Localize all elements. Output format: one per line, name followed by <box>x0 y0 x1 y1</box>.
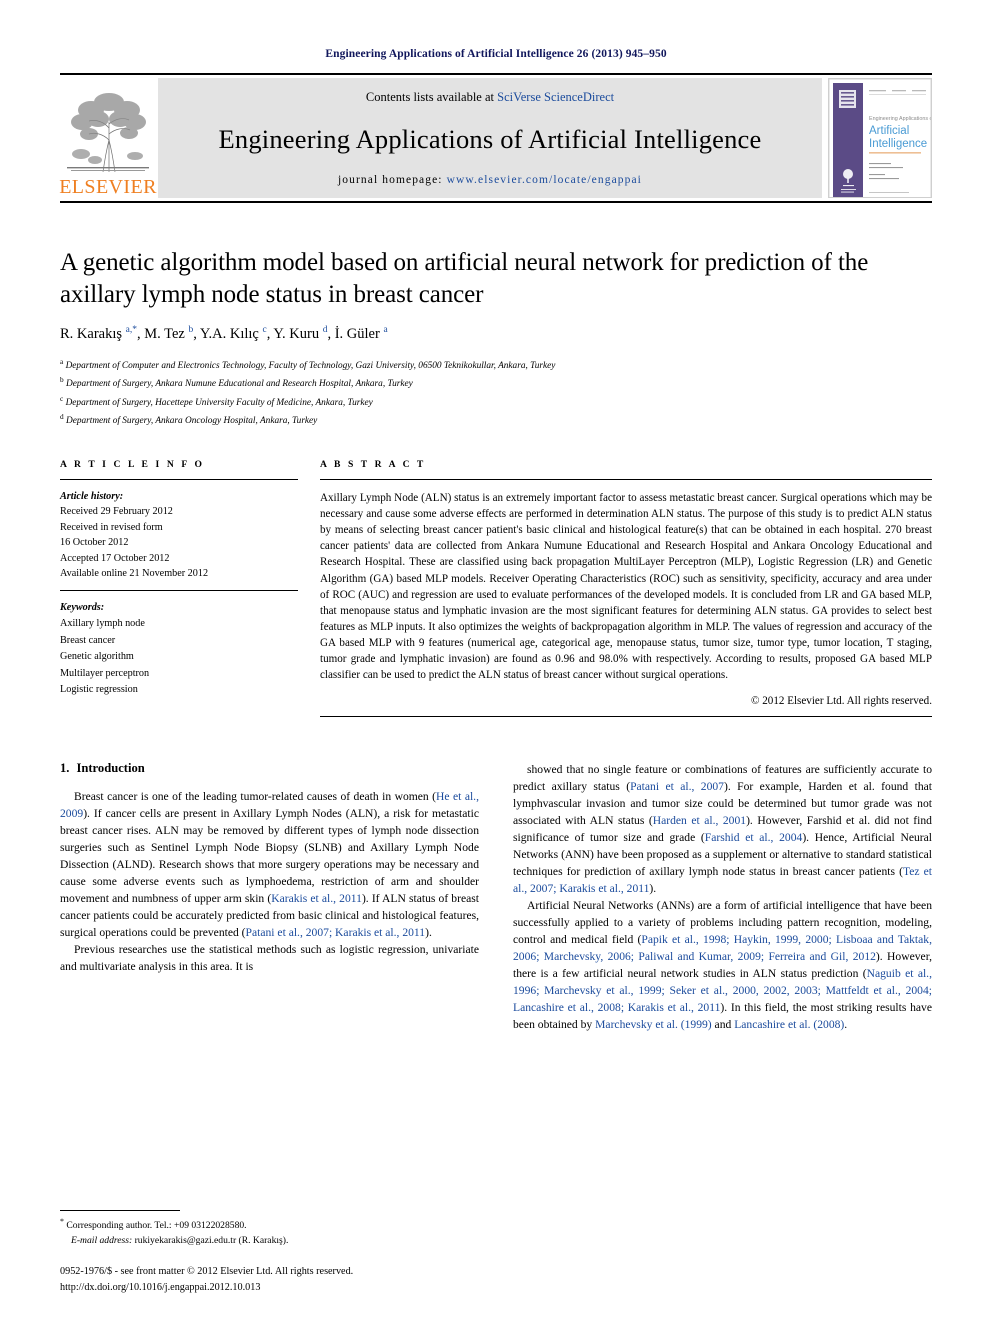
abstract-column: A B S T R A C T Axillary Lymph Node (ALN… <box>320 459 932 717</box>
journal-title: Engineering Applications of Artificial I… <box>218 124 762 154</box>
list-item: Accepted 17 October 2012 <box>60 552 170 564</box>
journal-homepage-line: journal homepage: www.elsevier.com/locat… <box>338 174 642 186</box>
affiliation: c Department of Surgery, Hacettepe Unive… <box>60 393 373 408</box>
affiliation: b Department of Surgery, Ankara Numune E… <box>60 375 413 390</box>
list-item: Multilayer perceptron <box>60 667 150 679</box>
affiliation-marker: c <box>60 393 64 403</box>
imprint-block: 0952-1976/$ - see front matter © 2012 El… <box>60 1264 479 1295</box>
list-item: Received 29 February 2012 <box>60 506 173 518</box>
affiliation-list: a Department of Computer and Electronics… <box>60 356 932 429</box>
affiliation-marker: d <box>60 411 64 421</box>
elsevier-tree-icon <box>67 93 149 173</box>
abstract-heading: A B S T R A C T <box>320 458 426 470</box>
paper-page: Engineering Applications of Artificial I… <box>0 0 992 1323</box>
svg-text:Engineering Applications of: Engineering Applications of <box>869 116 931 122</box>
author-list: R. Karakış a,*, M. Tez b, Y.A. Kılıç c, … <box>60 324 388 342</box>
affiliation-marker: a <box>60 357 64 367</box>
page-title: A genetic algorithm model based on artif… <box>60 249 869 308</box>
list-item: Received in revised form <box>60 521 163 533</box>
affiliation-marker: b <box>60 375 64 385</box>
cover-art: Engineering Applications of Artificial I… <box>829 79 931 197</box>
masthead-center: Contents lists available at SciVerse Sci… <box>158 78 822 198</box>
list-item: Available online 21 November 2012 <box>60 568 209 580</box>
journal-masthead: ELSEVIER Contents lists available at Sci… <box>59 73 932 203</box>
homepage-prefix: journal homepage: <box>338 174 447 186</box>
abstract-text: Axillary Lymph Node (ALN) status is an e… <box>320 491 932 682</box>
body-columns: 1. Introduction Breast cancer is one of t… <box>60 761 932 1034</box>
title-block: A genetic algorithm model based on artif… <box>60 247 932 429</box>
running-head: Engineering Applications of Artificial I… <box>325 48 667 60</box>
article-history-label: Article history: <box>60 490 124 502</box>
svg-text:Artificial: Artificial <box>869 125 909 137</box>
list-item: Breast cancer <box>60 634 116 646</box>
keywords-block: Keywords: Axillary lymph node Breast canc… <box>60 591 298 699</box>
intro-left-paragraphs: Breast cancer is one of the leading tumo… <box>60 788 479 975</box>
section-number: 1. <box>60 760 70 775</box>
footnote-area: * Corresponding author. Tel.: +09 031220… <box>60 1210 479 1295</box>
journal-homepage-link[interactable]: www.elsevier.com/locate/engappai <box>447 174 642 186</box>
intro-right-paragraphs: showed that no single feature or combina… <box>513 761 932 1034</box>
section-title-introduction: 1. Introduction <box>60 761 479 776</box>
paragraph: Artificial Neural Networks (ANNs) are a … <box>513 898 932 1032</box>
doi-line[interactable]: http://dx.doi.org/10.1016/j.engappai.201… <box>60 1280 479 1295</box>
keywords-label: Keywords: <box>60 601 105 613</box>
section-label: Introduction <box>76 760 145 775</box>
abstract-rule-bottom <box>320 715 932 717</box>
paragraph: Breast cancer is one of the leading tumo… <box>60 789 479 939</box>
abstract-copyright: © 2012 Elsevier Ltd. All rights reserved… <box>751 694 932 707</box>
body-left-column: 1. Introduction Breast cancer is one of t… <box>60 761 479 1034</box>
article-history-block: Article history: Received 29 February 20… <box>60 480 298 590</box>
elsevier-logo: ELSEVIER <box>59 75 157 201</box>
list-item: Logistic regression <box>60 684 138 696</box>
contents-prefix: Contents lists available at <box>365 90 498 104</box>
article-info-column: A R T I C L E I N F O Article history: R… <box>60 459 298 717</box>
svg-text:Intelligence: Intelligence <box>869 138 927 150</box>
journal-cover-thumbnail: Engineering Applications of Artificial I… <box>828 78 932 198</box>
info-abstract-section: A R T I C L E I N F O Article history: R… <box>60 459 932 717</box>
article-history-items: Received 29 February 2012 Received in rev… <box>60 504 298 582</box>
issn-frontmatter-line: 0952-1976/$ - see front matter © 2012 El… <box>60 1266 354 1278</box>
list-item: Genetic algorithm <box>60 651 134 663</box>
footnote-rule <box>60 1210 180 1212</box>
list-item: Axillary lymph node <box>60 618 145 630</box>
paragraph: Previous researches use the statistical … <box>60 942 479 973</box>
corresponding-author-note: * Corresponding author. Tel.: +09 031220… <box>60 1217 247 1232</box>
elsevier-wordmark: ELSEVIER <box>59 176 157 198</box>
list-item: 16 October 2012 <box>60 537 129 549</box>
email-address-note[interactable]: E-mail address: rukiyekarakis@gazi.edu.t… <box>60 1234 479 1248</box>
paragraph: showed that no single feature or combina… <box>513 762 932 895</box>
keyword-items: Axillary lymph node Breast cancer Genetic … <box>60 616 298 699</box>
affiliation: a Department of Computer and Electronics… <box>60 357 556 372</box>
contents-available-line: Contents lists available at SciVerse Sci… <box>366 90 614 105</box>
article-info-heading: A R T I C L E I N F O <box>60 458 205 470</box>
body-right-column: showed that no single feature or combina… <box>513 761 932 1034</box>
affiliation: d Department of Surgery, Ankara Oncology… <box>60 411 318 426</box>
sciencedirect-link[interactable]: SciVerse ScienceDirect <box>497 90 614 104</box>
